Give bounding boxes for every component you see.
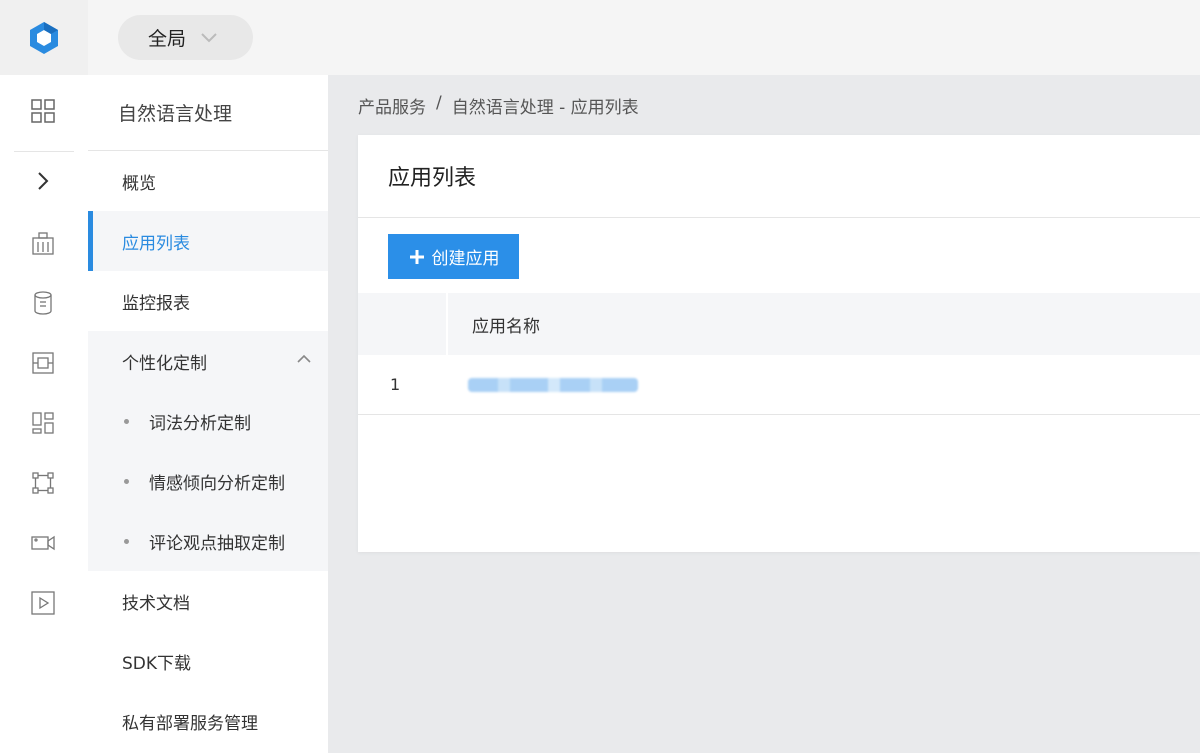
breadcrumb-current: 自然语言处理 - 应用列表 — [451, 98, 639, 118]
icon-rail — [0, 0, 88, 753]
page-title: 应用列表 — [358, 135, 1200, 218]
sidebar-item-private-deploy[interactable]: 私有部署服务管理 — [88, 691, 328, 751]
product-sidebar: 自然语言处理 概览 应用列表 监控报表 个性化定制 词法分析定制 情感倾向分析定… — [88, 75, 328, 753]
building-icon[interactable] — [30, 230, 56, 256]
breadcrumb: 产品服务 / 自然语言处理 - 应用列表 — [358, 93, 639, 118]
sidebar-item-label: SDK下载 — [122, 653, 192, 674]
chevron-down-icon — [201, 32, 217, 42]
breadcrumb-root[interactable]: 产品服务 — [358, 93, 426, 118]
dashboard-icon[interactable] — [30, 410, 56, 436]
database-icon[interactable] — [30, 290, 56, 316]
chevron-right-icon[interactable] — [30, 168, 56, 194]
sidebar-subitem-label: 评论观点抽取定制 — [149, 533, 285, 554]
app-table: 应用名称 1 — [358, 293, 1200, 415]
sidebar-subitem-lexical[interactable]: 词法分析定制 — [88, 391, 328, 451]
sidebar-item-overview[interactable]: 概览 — [88, 151, 328, 211]
app-list-card: 应用列表 创建应用 应用名称 1 — [358, 135, 1200, 552]
sidebar-subitem-label: 情感倾向分析定制 — [149, 473, 285, 494]
sidebar-group-customization: 个性化定制 词法分析定制 情感倾向分析定制 评论观点抽取定制 — [88, 331, 328, 571]
network-icon[interactable] — [30, 470, 56, 496]
sidebar-item-label: 概览 — [122, 173, 156, 194]
scope-selector[interactable]: 全局 — [118, 15, 253, 60]
main-content: 产品服务 / 自然语言处理 - 应用列表 应用列表 创建应用 应用名称 1 — [328, 75, 1200, 753]
plus-icon — [409, 249, 424, 264]
sidebar-item-label: 个性化定制 — [122, 353, 207, 374]
sidebar-item-label: 私有部署服务管理 — [122, 713, 258, 734]
bullet-dot — [124, 538, 129, 544]
bullet-dot — [124, 478, 129, 484]
sidebar-subitem-label: 词法分析定制 — [149, 413, 251, 434]
chip-icon[interactable] — [30, 350, 56, 376]
play-icon[interactable] — [30, 590, 56, 616]
sidebar-item-label: 应用列表 — [122, 233, 190, 254]
create-app-button[interactable]: 创建应用 — [388, 234, 519, 279]
redacted-app-name[interactable] — [468, 377, 638, 392]
sidebar-title: 自然语言处理 — [88, 75, 328, 151]
table-header: 应用名称 — [358, 293, 1200, 355]
chevron-up-icon — [297, 354, 311, 363]
sidebar-item-customization[interactable]: 个性化定制 — [88, 331, 328, 391]
table-row[interactable]: 1 — [358, 355, 1200, 415]
top-bar: 全局 — [88, 0, 1200, 75]
sidebar-item-docs[interactable]: 技术文档 — [88, 571, 328, 631]
sidebar-item-sdk[interactable]: SDK下载 — [88, 631, 328, 691]
breadcrumb-separator: / — [436, 93, 442, 113]
sidebar-item-label: 监控报表 — [122, 293, 190, 314]
sidebar-item-label: 技术文档 — [122, 593, 190, 614]
bullet-dot — [124, 418, 129, 424]
row-index: 1 — [390, 375, 401, 394]
scope-label: 全局 — [148, 28, 187, 50]
sidebar-subitem-opinion[interactable]: 评论观点抽取定制 — [88, 511, 328, 571]
create-app-label: 创建应用 — [431, 249, 500, 269]
grid-icon[interactable] — [30, 98, 56, 124]
sidebar-subitem-sentiment[interactable]: 情感倾向分析定制 — [88, 451, 328, 511]
logo-cube-icon — [30, 21, 58, 54]
video-camera-icon[interactable] — [30, 530, 56, 556]
sidebar-item-app-list[interactable]: 应用列表 — [88, 211, 328, 271]
sidebar-item-monitoring[interactable]: 监控报表 — [88, 271, 328, 331]
logo[interactable] — [0, 0, 88, 75]
header-index-cell — [358, 293, 448, 355]
rail-divider — [14, 151, 74, 152]
header-app-name: 应用名称 — [472, 316, 540, 337]
